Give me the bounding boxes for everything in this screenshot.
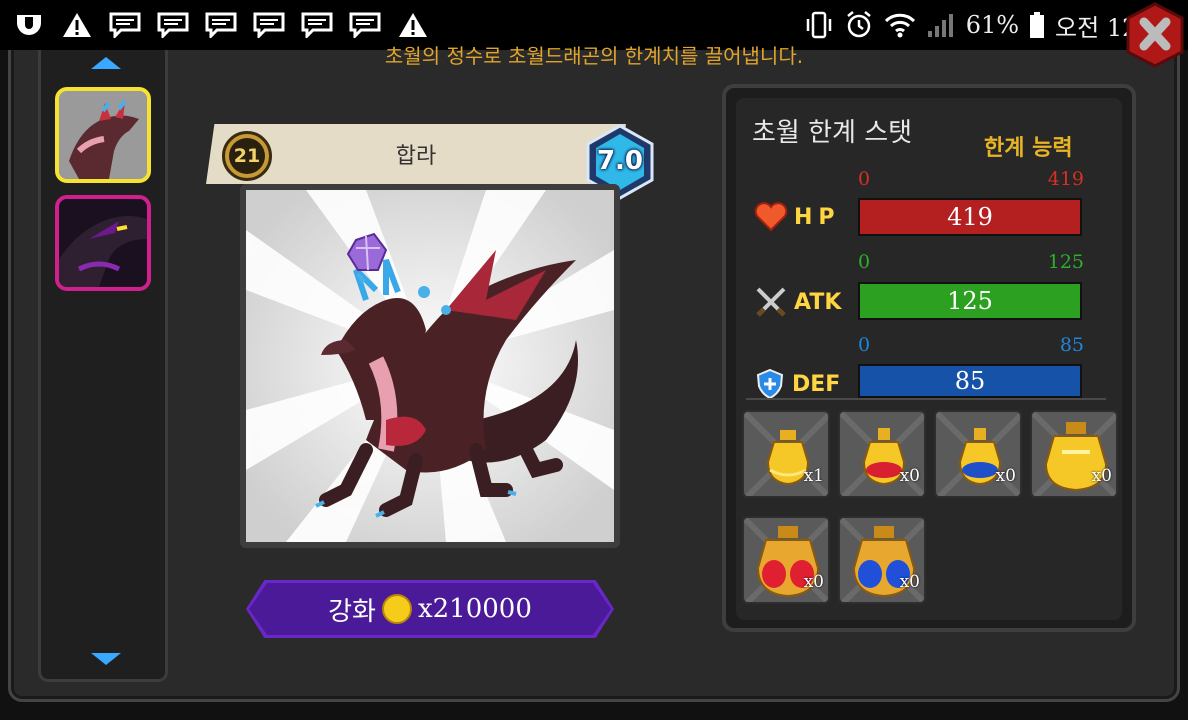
potion-slot-large-blue[interactable]: x0 [838,516,926,604]
hp-bar: 419 [858,198,1082,236]
message-icon [108,11,142,39]
scroll-down-arrow-icon[interactable] [91,653,121,665]
gold-coin-icon [381,594,412,624]
notification-icons [12,11,430,39]
warning-icon [60,11,94,39]
stat-label-def: DEF [754,368,840,400]
potion-slot-large-gold[interactable]: x0 [1030,410,1118,498]
message-icon [204,11,238,39]
stat-label-hp: HP [754,202,841,232]
dragon-thumbnail-selected[interactable] [55,87,151,183]
heart-icon [754,202,788,232]
message-icon [252,11,286,39]
potion-count: x0 [899,572,920,592]
instruction-text: 초월의 정수로 초월드래곤의 한계치를 끌어냅니다. [384,44,804,68]
battery-icon [1030,12,1045,38]
potion-slot-large-red[interactable]: x0 [742,516,830,604]
atk-min: 0 [858,251,871,273]
def-max: 85 [1059,334,1084,356]
potion-slot-red[interactable]: x0 [838,410,926,498]
potion-slot-gold[interactable]: x1 [742,410,830,498]
dragon-card-art [240,184,620,548]
vibrate-icon [806,11,831,39]
atk-bar: 125 [858,282,1082,320]
dragon-thumbnail[interactable] [55,195,151,291]
panel-title: 초월 한계 스탯 [752,118,913,148]
level-value: 21 [229,138,265,174]
potion-slot-blue[interactable]: x0 [934,410,1022,498]
dragon-list[interactable] [38,42,168,682]
level-badge: 21 [222,131,272,181]
potion-count: x0 [803,572,824,592]
message-icon [348,11,382,39]
grade-value: 7.0 [596,146,644,176]
potion-count: x0 [899,466,920,486]
potion-count: x0 [995,466,1016,486]
upgrade-cost: x210000 [417,594,532,624]
hp-min: 0 [858,168,871,190]
panel-subtitle: 한계 능력 [984,136,1073,161]
app-notification-icon [12,11,46,39]
crossed-swords-icon [756,287,786,317]
upgrade-button[interactable]: 강화 x210000 [246,580,614,638]
hp-max: 419 [1047,168,1084,190]
def-min: 0 [858,334,871,356]
def-bar: 85 [858,364,1082,398]
message-icon [156,11,190,39]
system-status: 61% 오전 12:17 [804,8,1176,43]
signal-icon [927,14,953,37]
potion-count: x1 [803,466,824,486]
wifi-icon [884,13,915,38]
close-button[interactable] [1124,2,1186,68]
potion-count: x0 [1091,466,1112,486]
warning-icon [396,11,430,39]
shield-icon [756,368,784,400]
battery-percent: 61% [965,11,1020,39]
upgrade-label: 강화 [328,596,376,627]
divider [746,398,1106,400]
message-icon [300,11,334,39]
alarm-icon [846,11,871,38]
stat-label-atk: ATK [754,285,841,319]
atk-max: 125 [1047,251,1084,273]
